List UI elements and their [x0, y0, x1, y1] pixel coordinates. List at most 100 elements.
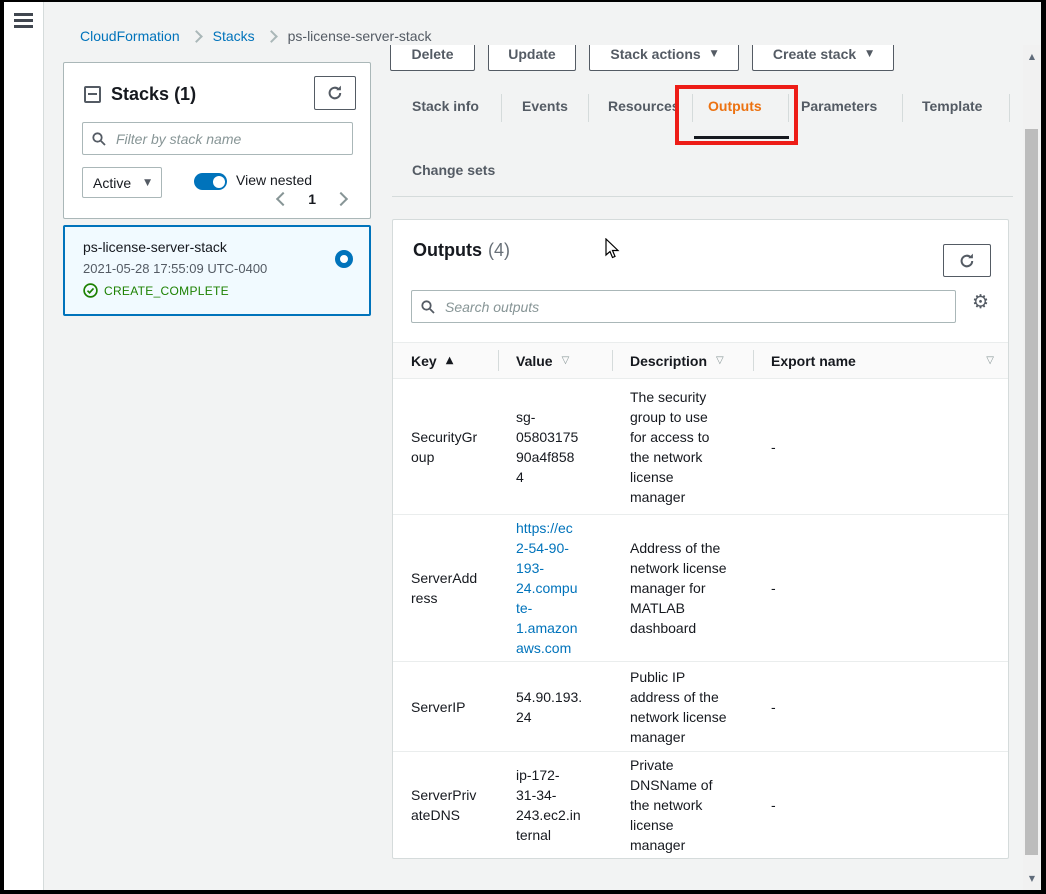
tabs-divider	[392, 196, 1013, 197]
table-row: ServerPriv ateDNS ip-172- 31-34- 243.ec2…	[393, 752, 1008, 857]
cell-key: ServerPriv ateDNS	[393, 752, 498, 857]
column-header-export-name[interactable]: Export name ▽	[753, 343, 1008, 378]
breadcrumb-stacks[interactable]: Stacks	[213, 28, 255, 44]
stack-list-item-selected[interactable]: ps-license-server-stack 2021-05-28 17:55…	[63, 225, 371, 316]
cell-description: Address of the network license manager f…	[612, 515, 753, 661]
create-stack-label: Create stack	[773, 46, 856, 62]
delete-button[interactable]: Delete	[390, 45, 475, 71]
collapse-panel-icon[interactable]	[84, 86, 101, 103]
stacks-pagination: 1	[278, 191, 346, 207]
delete-button-label: Delete	[411, 46, 453, 62]
breadcrumb-chevron-icon	[190, 30, 203, 43]
cell-description: Private DNSName of the network license m…	[612, 752, 753, 857]
scrollbar-down-arrow-icon[interactable]: ▼	[1023, 874, 1041, 883]
stack-radio-selected[interactable]	[335, 250, 353, 268]
cell-description: The security group to use for access to …	[612, 379, 753, 514]
stack-filter-input[interactable]	[114, 130, 343, 148]
outputs-search-box	[411, 290, 956, 323]
tab-parameters[interactable]: Parameters	[801, 98, 877, 114]
outputs-panel-title: Outputs (4)	[413, 240, 510, 261]
table-row: SecurityGr oup sg- 05803175 90a4f858 4 T…	[393, 379, 1008, 515]
breadcrumb-chevron-icon	[265, 30, 278, 43]
tab-outputs[interactable]: Outputs	[708, 98, 762, 114]
cell-value: sg- 05803175 90a4f858 4	[498, 379, 612, 514]
tab-change-sets[interactable]: Change sets	[412, 162, 495, 178]
tab-stack-info[interactable]: Stack info	[412, 98, 479, 114]
active-tab-underline	[694, 136, 789, 139]
caret-down-icon: ▼	[866, 50, 873, 59]
cell-description: Public IP address of the network license…	[612, 662, 753, 751]
stacks-panel-header: Stacks (1)	[84, 84, 196, 105]
cell-export-name: -	[753, 515, 1008, 661]
cell-value: ip-172- 31-34- 243.ec2.in ternal	[498, 752, 612, 857]
side-nav-strip	[4, 2, 44, 890]
column-label: Key	[411, 353, 437, 369]
stack-status-filter-dropdown[interactable]: Active ▼	[82, 167, 162, 198]
scrollbar-thumb[interactable]	[1025, 129, 1038, 855]
check-circle-icon	[83, 283, 98, 298]
cell-key: ServerIP	[393, 662, 498, 751]
search-icon	[421, 300, 435, 314]
cloudformation-console-window: CloudFormation Stacks ps-license-server-…	[0, 0, 1046, 894]
search-icon	[92, 132, 106, 146]
tab-events[interactable]: Events	[522, 98, 568, 114]
sort-icon[interactable]: ▽	[716, 356, 724, 366]
breadcrumb: CloudFormation Stacks ps-license-server-…	[80, 28, 432, 44]
stack-status-text: CREATE_COMPLETE	[104, 284, 229, 298]
tab-resources[interactable]: Resources	[608, 98, 680, 114]
tab-separator	[902, 94, 903, 122]
column-header-description[interactable]: Description ▽	[612, 343, 753, 378]
cell-key: SecurityGr oup	[393, 379, 498, 514]
column-header-value[interactable]: Value ▽	[498, 343, 612, 378]
create-stack-dropdown-button[interactable]: Create stack ▼	[752, 45, 894, 71]
cell-key: ServerAdd ress	[393, 515, 498, 661]
update-button[interactable]: Update	[488, 45, 576, 71]
outputs-count: (4)	[488, 240, 510, 260]
cell-export-name: -	[753, 662, 1008, 751]
column-label: Export name	[771, 353, 856, 369]
outputs-table: Key ▲ Value ▽ Description ▽ Export name …	[393, 342, 1008, 858]
tab-separator	[588, 94, 589, 122]
cell-value-link[interactable]: https://ec 2-54-90- 193- 24.compu te- 1.…	[498, 515, 612, 661]
hamburger-menu-icon[interactable]	[14, 13, 33, 31]
caret-down-icon: ▼	[144, 178, 151, 188]
stack-name[interactable]: ps-license-server-stack	[83, 239, 227, 255]
page-number[interactable]: 1	[308, 191, 316, 207]
column-label: Description	[630, 353, 707, 369]
outputs-title-text: Outputs	[413, 240, 482, 260]
cell-value: 54.90.193. 24	[498, 662, 612, 751]
view-nested-label: View nested	[236, 172, 312, 188]
tab-template[interactable]: Template	[922, 98, 982, 114]
tab-separator	[1009, 94, 1010, 122]
breadcrumb-current-stack: ps-license-server-stack	[288, 28, 432, 44]
stack-actions-dropdown-button[interactable]: Stack actions ▼	[589, 45, 739, 71]
stack-actions-label: Stack actions	[610, 46, 700, 62]
stacks-panel-title: Stacks (1)	[111, 84, 196, 105]
previous-page-icon[interactable]	[276, 192, 290, 206]
stack-created-timestamp: 2021-05-28 17:55:09 UTC-0400	[83, 261, 267, 276]
scrollbar-up-arrow-icon[interactable]: ▲	[1023, 52, 1041, 61]
outputs-refresh-button[interactable]	[943, 244, 991, 277]
tab-separator	[692, 94, 693, 122]
tab-separator	[501, 94, 502, 122]
outputs-search-input[interactable]	[443, 298, 946, 316]
cell-export-name: -	[753, 379, 1008, 514]
sort-ascending-icon[interactable]: ▲	[446, 356, 454, 366]
gear-icon[interactable]: ⚙	[972, 293, 989, 312]
outputs-panel: Outputs(4) ⚙ Key ▲ Value	[392, 219, 1009, 859]
stack-status: CREATE_COMPLETE	[83, 283, 229, 298]
stacks-title-text: Stacks	[111, 84, 169, 104]
table-row: ServerAdd ress https://ec 2-54-90- 193- …	[393, 515, 1008, 662]
next-page-icon[interactable]	[334, 192, 348, 206]
vertical-scrollbar[interactable]: ▲ ▼	[1023, 45, 1041, 890]
stack-filter-box	[82, 122, 353, 155]
column-header-key[interactable]: Key ▲	[393, 343, 498, 378]
sort-icon[interactable]: ▽	[986, 356, 994, 366]
outputs-table-header: Key ▲ Value ▽ Description ▽ Export name …	[393, 342, 1008, 379]
sort-icon[interactable]: ▽	[562, 356, 570, 366]
view-nested-toggle[interactable]	[194, 173, 227, 190]
stacks-count: (1)	[174, 84, 196, 104]
breadcrumb-cloudformation[interactable]: CloudFormation	[80, 28, 180, 44]
cell-export-name: -	[753, 752, 1008, 857]
stacks-refresh-button[interactable]	[314, 76, 356, 110]
